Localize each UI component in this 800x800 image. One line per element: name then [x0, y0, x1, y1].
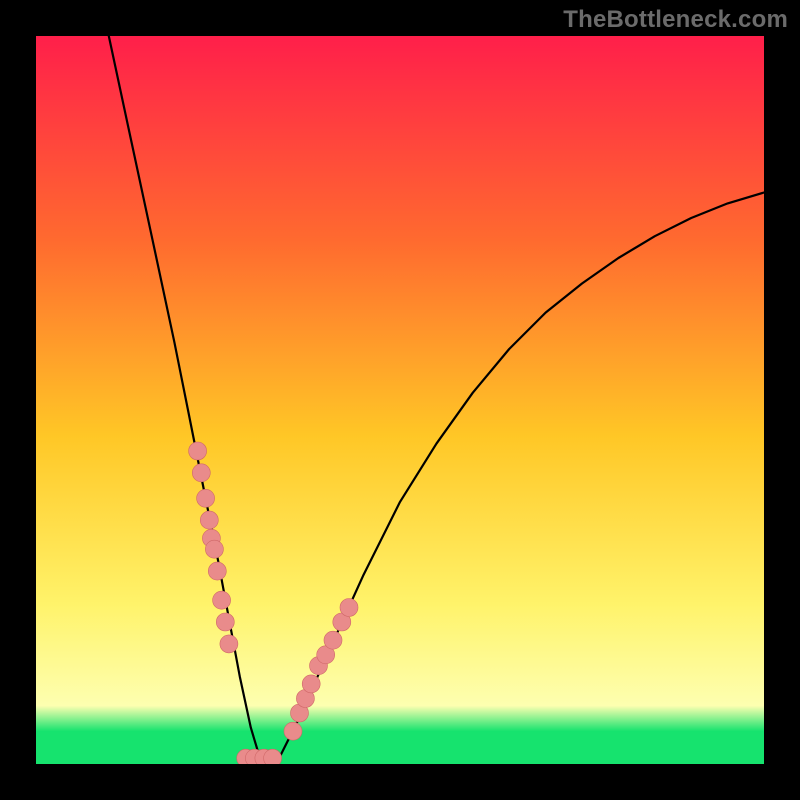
marker-dots-bottom — [237, 749, 282, 764]
chart-frame: TheBottleneck.com — [0, 0, 800, 800]
marker-dot — [324, 631, 342, 649]
marker-dot — [208, 562, 226, 580]
watermark-text: TheBottleneck.com — [563, 6, 788, 34]
marker-dot — [340, 599, 358, 617]
marker-dot — [302, 675, 320, 693]
marker-dot — [189, 442, 207, 460]
marker-dot — [216, 613, 234, 631]
marker-dot — [213, 591, 231, 609]
chart-svg — [36, 36, 764, 764]
marker-dot — [284, 722, 302, 740]
marker-dot — [264, 749, 282, 764]
green-band — [36, 731, 764, 764]
gradient-background — [36, 36, 764, 764]
marker-dot — [200, 511, 218, 529]
marker-dot — [220, 635, 238, 653]
plot-area — [36, 36, 764, 764]
marker-dot — [197, 489, 215, 507]
marker-dot — [205, 540, 223, 558]
marker-dot — [192, 464, 210, 482]
